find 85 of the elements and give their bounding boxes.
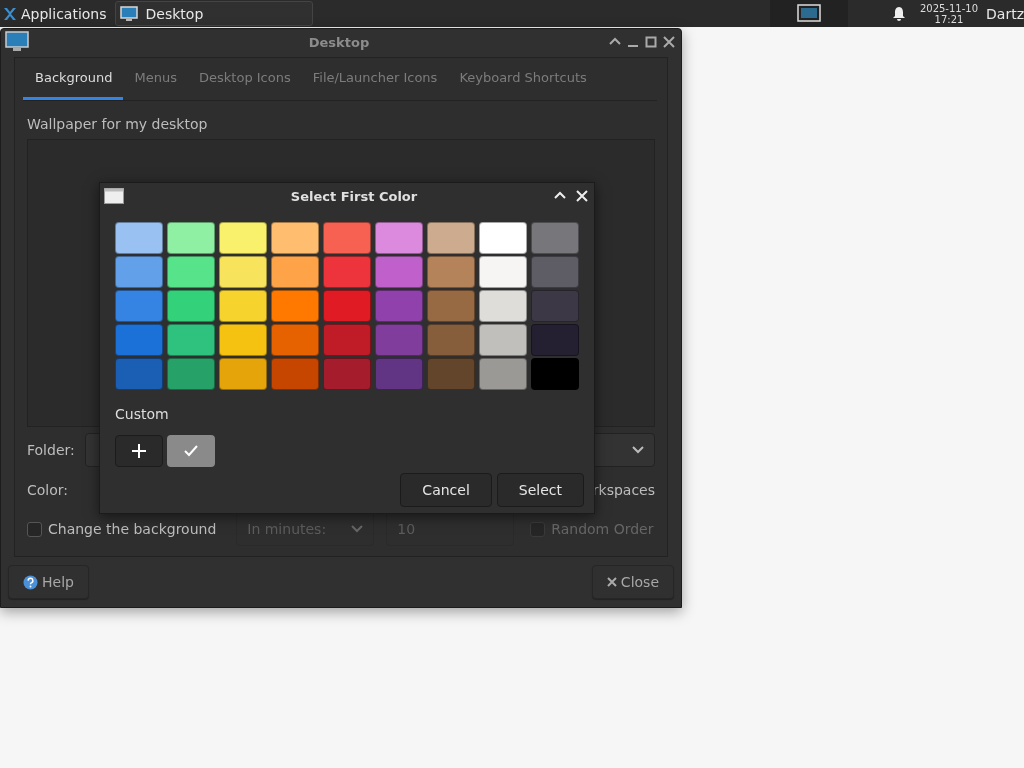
color-swatch[interactable]: [115, 324, 163, 356]
color-swatch[interactable]: [115, 358, 163, 390]
color-swatch[interactable]: [531, 358, 579, 390]
color-swatch[interactable]: [219, 324, 267, 356]
window-icon: [104, 188, 124, 204]
color-swatch[interactable]: [271, 222, 319, 254]
color-swatch[interactable]: [323, 358, 371, 390]
color-swatch[interactable]: [115, 290, 163, 322]
help-icon: [23, 574, 38, 590]
color-swatch[interactable]: [427, 324, 475, 356]
taskbar-button[interactable]: Desktop: [114, 1, 313, 26]
color-swatch[interactable]: [427, 256, 475, 288]
folder-label: Folder:: [27, 442, 75, 459]
checkbox[interactable]: [27, 521, 42, 537]
color-swatch[interactable]: [167, 290, 215, 322]
color-swatch[interactable]: [479, 324, 527, 356]
color-swatch[interactable]: [427, 290, 475, 322]
close-button[interactable]: Close: [591, 565, 674, 599]
plus-icon: [132, 444, 146, 458]
user-name[interactable]: Dartz: [986, 5, 1024, 22]
color-swatch[interactable]: [479, 290, 527, 322]
color-swatch[interactable]: [271, 324, 319, 356]
dialog-title: Select First Color: [289, 188, 419, 204]
color-swatch[interactable]: [531, 290, 579, 322]
color-swatch[interactable]: [167, 324, 215, 356]
color-swatch[interactable]: [427, 358, 475, 390]
color-swatch[interactable]: [479, 222, 527, 254]
color-swatch[interactable]: [167, 358, 215, 390]
monitor-icon: [119, 4, 138, 23]
color-swatch[interactable]: [479, 256, 527, 288]
color-swatch[interactable]: [271, 358, 319, 390]
color-swatch[interactable]: [219, 256, 267, 288]
color-swatch[interactable]: [323, 324, 371, 356]
clock[interactable]: 2025-11-10 17:21: [919, 2, 979, 25]
color-swatch[interactable]: [375, 290, 423, 322]
color-swatch[interactable]: [479, 358, 527, 390]
tab[interactable]: Background: [23, 58, 123, 101]
color-swatch[interactable]: [271, 290, 319, 322]
cancel-button[interactable]: Cancel: [400, 473, 492, 507]
window-title: Desktop: [307, 34, 371, 50]
chevron-down-icon: [351, 525, 364, 534]
close-icon: [606, 577, 617, 587]
monitor-icon[interactable]: [796, 3, 821, 24]
tray-block[interactable]: [769, 0, 848, 27]
color-swatch[interactable]: [323, 222, 371, 254]
close-icon[interactable]: [663, 36, 675, 49]
random-order-label: Random Order: [551, 521, 654, 538]
color-swatch[interactable]: [375, 256, 423, 288]
color-swatch[interactable]: [531, 256, 579, 288]
color-swatch[interactable]: [323, 256, 371, 288]
apply-label: rkspaces: [592, 482, 655, 499]
color-swatch[interactable]: [219, 222, 267, 254]
color-swatch[interactable]: [531, 222, 579, 254]
bell-icon[interactable]: [891, 5, 906, 22]
applications-menu[interactable]: Applications: [21, 5, 107, 22]
app-menu-icon[interactable]: [2, 5, 18, 22]
custom-label: Custom: [115, 406, 169, 422]
color-swatch[interactable]: [167, 256, 215, 288]
color-swatch[interactable]: [375, 358, 423, 390]
tab[interactable]: Desktop Icons: [187, 58, 301, 101]
tab[interactable]: Menus: [122, 58, 188, 101]
color-swatch[interactable]: [167, 222, 215, 254]
select-button[interactable]: Select: [496, 473, 584, 507]
tab[interactable]: Keyboard Shortcuts: [447, 58, 597, 101]
wallpaper-label: Wallpaper for my desktop: [27, 116, 208, 133]
color-swatch[interactable]: [531, 324, 579, 356]
color-swatch[interactable]: [115, 222, 163, 254]
color-swatch[interactable]: [271, 256, 319, 288]
custom-color-swatch[interactable]: [167, 435, 215, 467]
color-swatch[interactable]: [427, 222, 475, 254]
color-label: Color:: [27, 482, 69, 499]
add-color-button[interactable]: [115, 435, 163, 467]
change-background-label: Change the background: [48, 521, 217, 538]
color-swatch[interactable]: [375, 324, 423, 356]
help-button[interactable]: Help: [8, 565, 89, 599]
color-swatch[interactable]: [323, 290, 371, 322]
color-swatch[interactable]: [115, 256, 163, 288]
check-icon: [184, 445, 198, 457]
color-swatch[interactable]: [219, 358, 267, 390]
monitor-icon: [5, 31, 29, 54]
tab[interactable]: File/Launcher Icons: [300, 58, 448, 101]
maximize-icon[interactable]: [645, 36, 657, 49]
color-swatch[interactable]: [219, 290, 267, 322]
chevron-down-icon: [632, 446, 644, 455]
color-swatch[interactable]: [375, 222, 423, 254]
